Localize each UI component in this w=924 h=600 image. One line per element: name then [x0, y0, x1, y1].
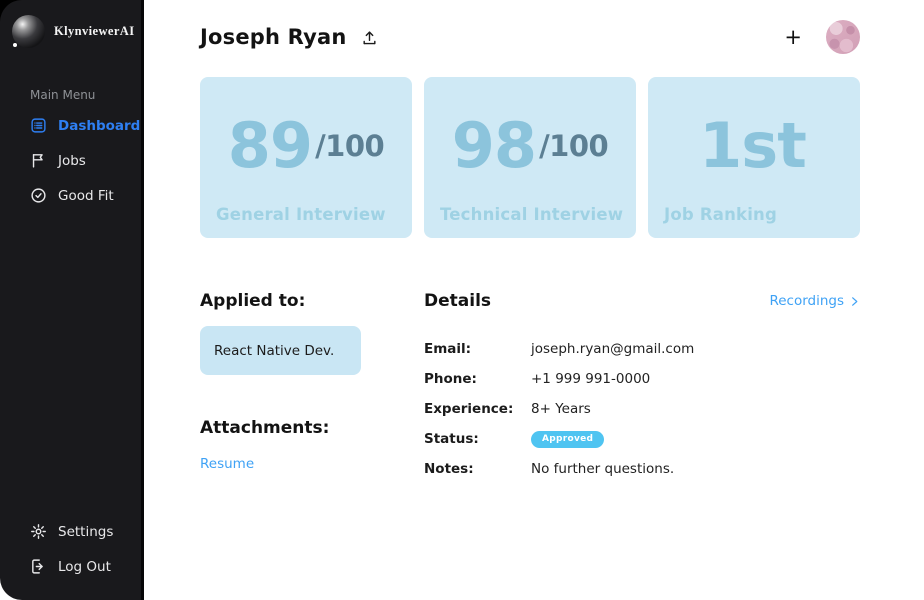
gear-icon [31, 524, 46, 539]
phone-value: +1 999 991-0000 [531, 371, 651, 387]
applied-to-heading: Applied to: [200, 291, 306, 311]
avatar[interactable] [826, 20, 860, 54]
recordings-link[interactable]: Recordings [769, 293, 860, 309]
header-actions: + [784, 20, 860, 54]
score-card-label: General Interview [216, 205, 386, 224]
sidebar-item-logout[interactable]: Log Out [0, 549, 141, 584]
applied-job-chip[interactable]: React Native Dev. [200, 326, 361, 375]
score-value: 89 [227, 109, 313, 182]
sidebar-item-good-fit[interactable]: Good Fit [0, 178, 141, 213]
sidebar-item-dashboard[interactable]: Dashboard [0, 108, 141, 143]
upload-icon [362, 30, 376, 44]
detail-label: Notes: [424, 461, 474, 477]
score-value: 98 [451, 109, 537, 182]
detail-row-status: Status: Approved [424, 424, 860, 454]
score-value-row: 1st [648, 77, 860, 205]
detail-row-phone: Phone: +1 999 991-0000 [424, 364, 860, 394]
profile-section: Applied to: React Native Dev. Attachment… [200, 291, 860, 484]
sidebar-item-label: Good Fit [58, 187, 114, 204]
score-value-row: 98 /100 [424, 77, 636, 205]
score-card-general-interview: 89 /100 General Interview [200, 77, 412, 238]
sidebar-item-label: Settings [58, 523, 114, 540]
check-circle-icon [31, 188, 46, 203]
experience-value: 8+ Years [531, 401, 591, 417]
score-card-label: Technical Interview [440, 205, 624, 224]
notes-value: No further questions. [531, 461, 675, 477]
detail-label: Email: [424, 341, 472, 357]
sidebar-nav: Dashboard Jobs Good Fit [0, 108, 141, 213]
recordings-link-label: Recordings [769, 293, 844, 309]
score-card-job-ranking: 1st Job Ranking [648, 77, 860, 238]
sidebar-item-label: Log Out [58, 558, 111, 575]
app-logo: KlynviewerAI [0, 0, 141, 48]
sidebar-item-label: Jobs [58, 152, 86, 169]
score-cards: 89 /100 General Interview 98 /100 Techni… [200, 77, 860, 238]
sidebar: KlynviewerAI Main Menu Dashboard Jobs Go… [0, 0, 144, 600]
chevron-right-icon [852, 296, 858, 306]
logo-sphere-icon [12, 15, 45, 48]
detail-label: Status: [424, 431, 479, 447]
score-suffix: /100 [315, 129, 385, 163]
score-card-technical-interview: 98 /100 Technical Interview [424, 77, 636, 238]
flag-icon [32, 154, 43, 168]
sidebar-item-jobs[interactable]: Jobs [0, 143, 141, 178]
detail-row-experience: Experience: 8+ Years [424, 394, 860, 424]
detail-label: Experience: [424, 401, 514, 417]
dashboard-list-icon [31, 118, 46, 133]
details-heading: Details [424, 291, 492, 311]
sidebar-item-settings[interactable]: Settings [0, 514, 141, 549]
email-value: joseph.ryan@gmail.com [531, 341, 695, 357]
score-value: 1st [699, 109, 807, 182]
logout-icon [32, 559, 43, 574]
score-card-label: Job Ranking [664, 205, 778, 224]
add-button[interactable]: + [784, 26, 802, 48]
score-value-row: 89 /100 [200, 77, 412, 205]
application-column: Applied to: React Native Dev. Attachment… [200, 291, 424, 484]
status-badge: Approved [531, 430, 605, 448]
score-suffix: /100 [539, 129, 609, 163]
upload-button[interactable] [361, 29, 378, 46]
resume-link[interactable]: Resume [200, 456, 254, 472]
detail-rows: Email: joseph.ryan@gmail.com Phone: +1 9… [424, 334, 860, 484]
sidebar-item-label: Dashboard [58, 117, 141, 134]
page-header: Joseph Ryan + [200, 20, 860, 54]
details-header: Details Recordings [424, 291, 860, 311]
detail-label: Phone: [424, 371, 477, 387]
sidebar-footer: Settings Log Out [0, 514, 141, 600]
attachments-heading: Attachments: [200, 418, 330, 438]
details-column: Details Recordings Email: joseph.ryan@gm… [424, 291, 860, 484]
app-name: KlynviewerAI [54, 24, 135, 38]
candidate-name: Joseph Ryan [200, 25, 347, 49]
main-content: Joseph Ryan + 89 /100 General Interview … [144, 0, 924, 600]
sidebar-section-label: Main Menu [30, 88, 96, 102]
detail-row-email: Email: joseph.ryan@gmail.com [424, 334, 860, 364]
detail-row-notes: Notes: No further questions. [424, 454, 860, 484]
